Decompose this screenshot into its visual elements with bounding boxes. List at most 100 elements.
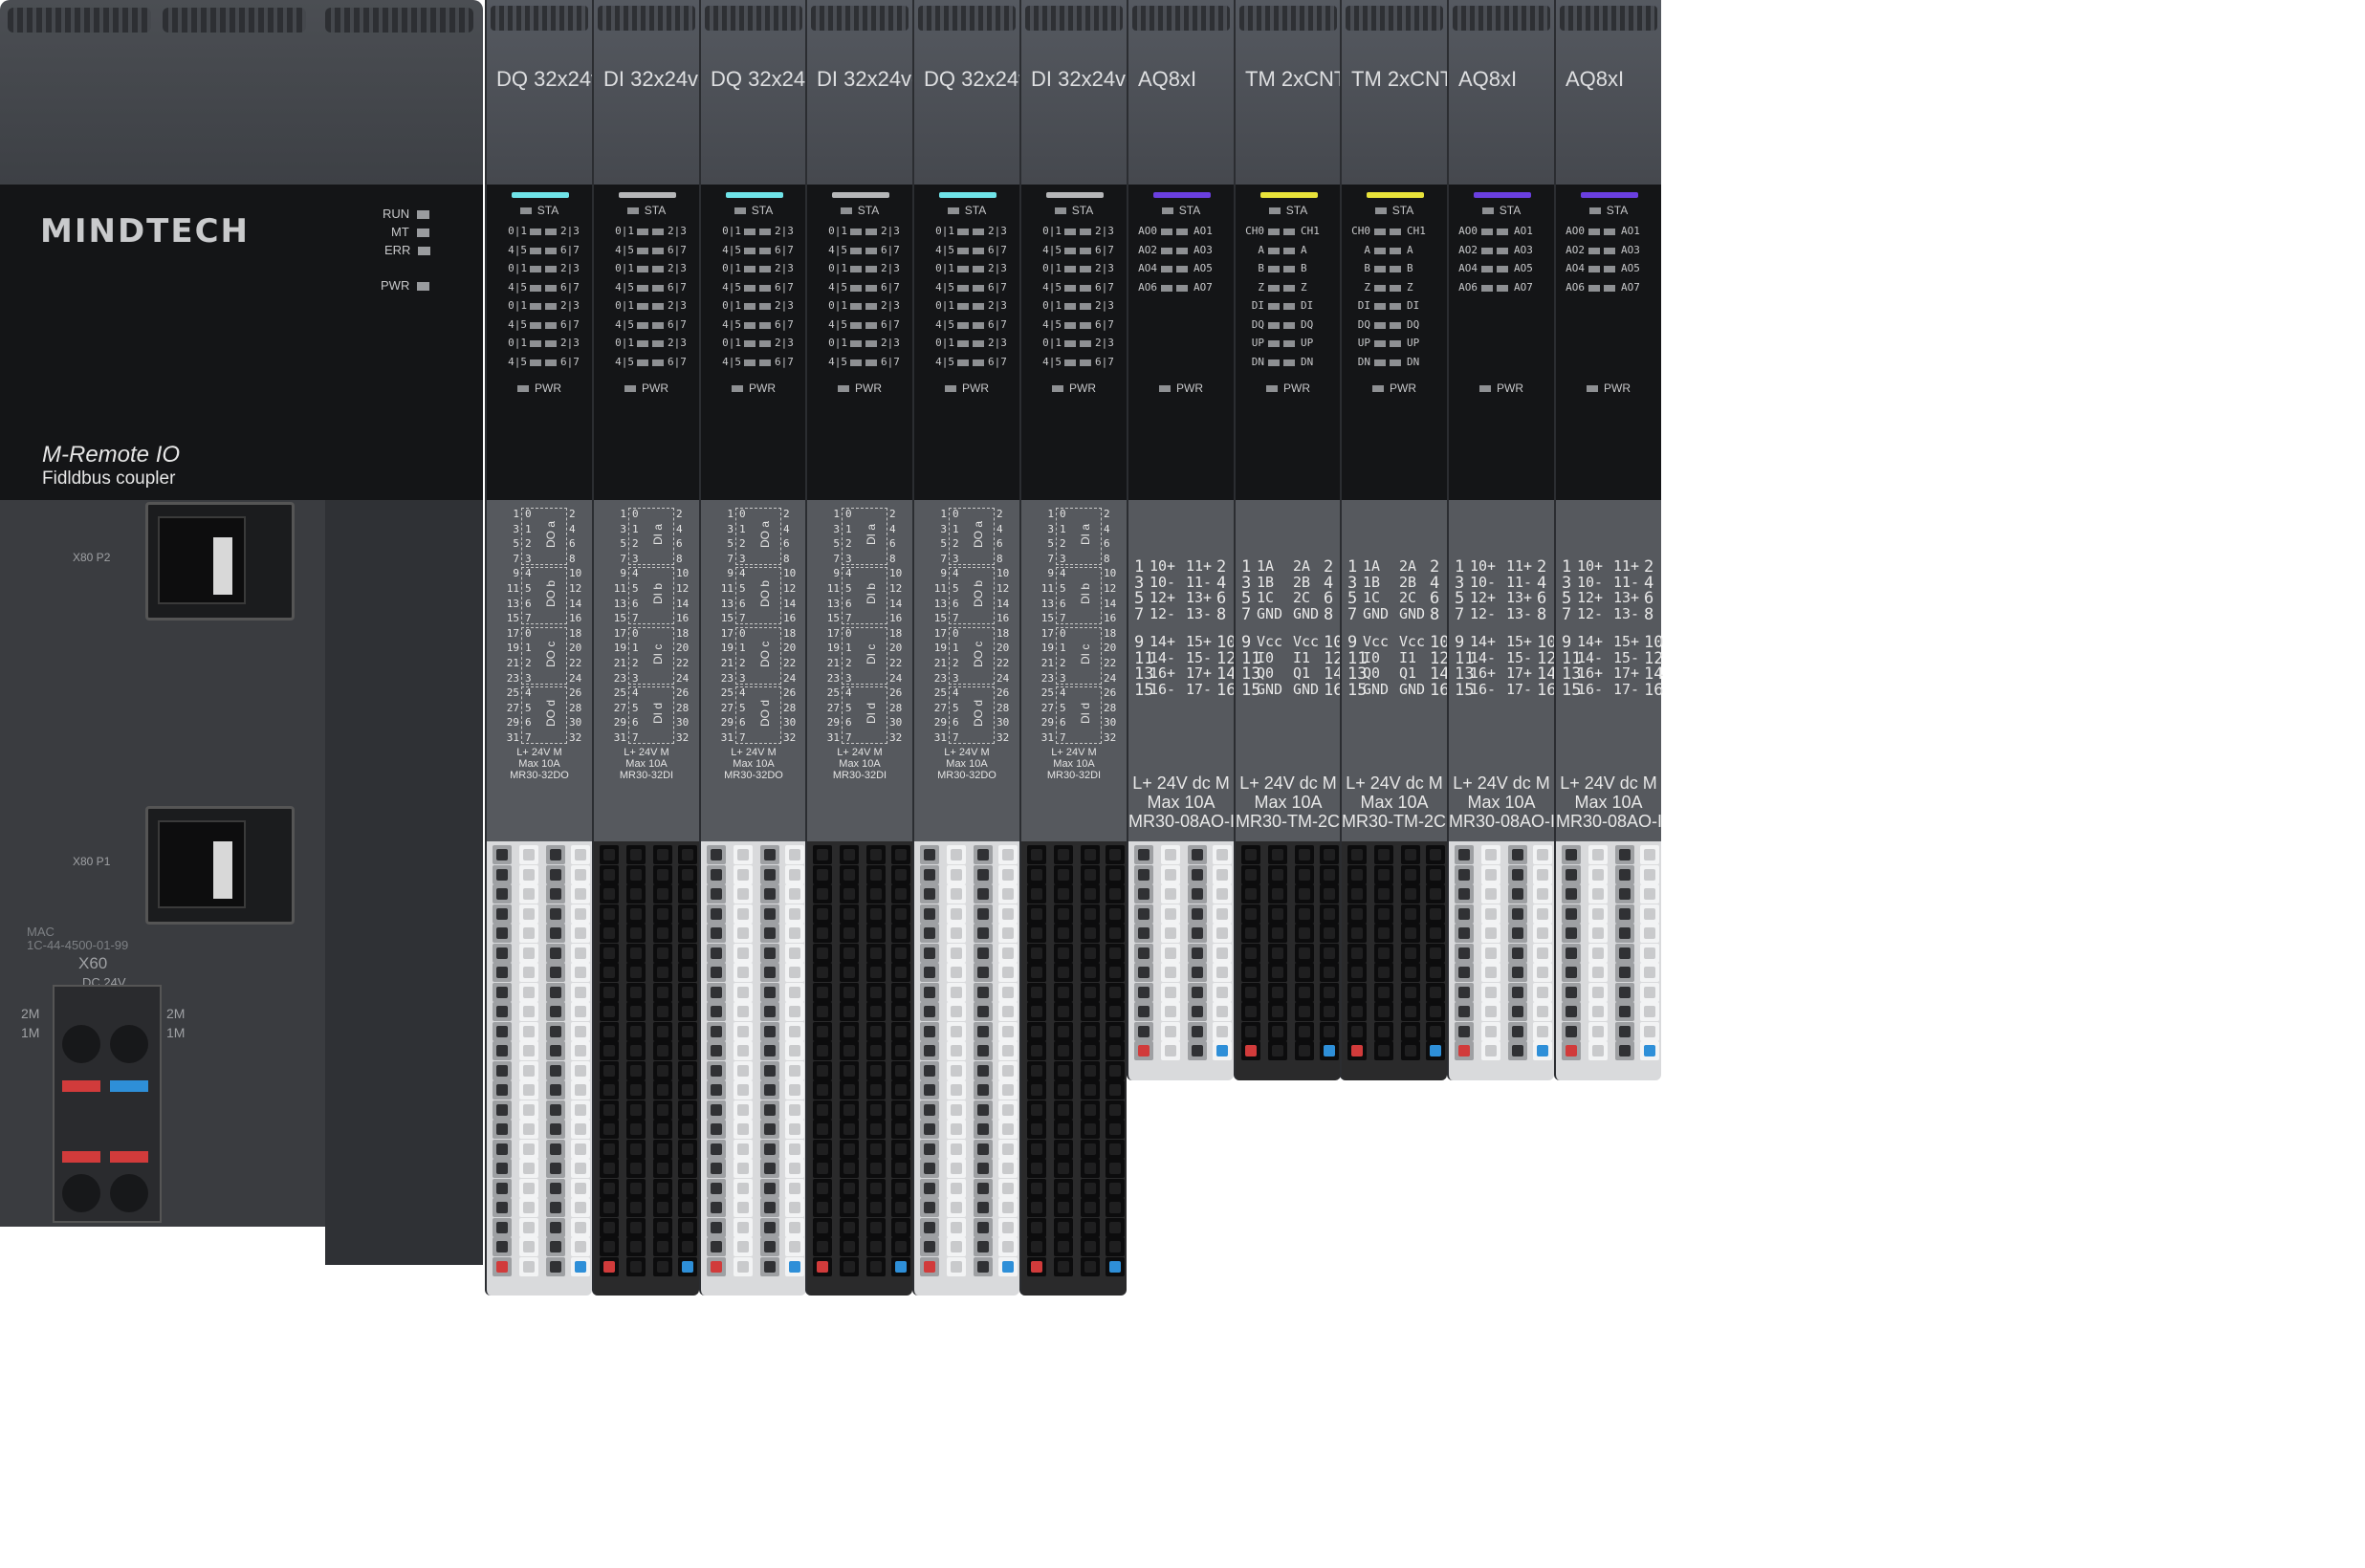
terminal-slot[interactable]: [891, 1060, 910, 1080]
terminal-slot[interactable]: [785, 884, 804, 904]
terminal-slot[interactable]: [1455, 845, 1474, 864]
terminal-slot[interactable]: [760, 1041, 779, 1060]
terminal-slot[interactable]: [1426, 982, 1445, 1002]
terminal-slot[interactable]: [785, 924, 804, 943]
terminal-slot[interactable]: [600, 1080, 619, 1100]
terminal-slot[interactable]: [600, 1217, 619, 1237]
terminal-slot[interactable]: [1081, 1256, 1100, 1276]
terminal-slot[interactable]: [1027, 924, 1046, 943]
terminal-slot[interactable]: [653, 1120, 672, 1139]
terminal-slot[interactable]: [493, 1198, 512, 1217]
terminal-slot[interactable]: [1401, 963, 1420, 982]
terminal-slot[interactable]: [1533, 1021, 1552, 1041]
terminal-slot[interactable]: [1295, 845, 1314, 864]
terminal-slot[interactable]: [920, 982, 939, 1002]
terminal-slot[interactable]: [1295, 963, 1314, 982]
terminal-slot[interactable]: [519, 1237, 538, 1256]
terminal-slot[interactable]: [920, 1198, 939, 1217]
terminal-slot[interactable]: [1533, 963, 1552, 982]
terminal-slot[interactable]: [760, 1120, 779, 1139]
terminal-slot[interactable]: [546, 1198, 565, 1217]
terminal-slot[interactable]: [1426, 864, 1445, 884]
terminal-slot[interactable]: [678, 1256, 697, 1276]
terminal-slot[interactable]: [1347, 963, 1367, 982]
terminal-slot[interactable]: [571, 1100, 590, 1120]
terminal-slot[interactable]: [813, 1100, 832, 1120]
terminal-slot[interactable]: [519, 1060, 538, 1080]
terminal-slot[interactable]: [707, 1139, 726, 1159]
terminal-slot[interactable]: [1054, 1237, 1073, 1256]
terminal-slot[interactable]: [1640, 1002, 1659, 1021]
terminal-slot[interactable]: [1562, 864, 1581, 884]
terminal-slot[interactable]: [1241, 924, 1260, 943]
terminal-slot[interactable]: [734, 1080, 753, 1100]
terminal-slot[interactable]: [866, 963, 886, 982]
terminal-slot[interactable]: [974, 1100, 993, 1120]
terminal-slot[interactable]: [1027, 1139, 1046, 1159]
terminal-slot[interactable]: [1295, 1041, 1314, 1060]
terminal-slot[interactable]: [571, 943, 590, 963]
terminal-slot[interactable]: [891, 1002, 910, 1021]
terminal-slot[interactable]: [653, 924, 672, 943]
terminal-slot[interactable]: [734, 1178, 753, 1198]
terminal-slot[interactable]: [1054, 1080, 1073, 1100]
terminal-slot[interactable]: [653, 1159, 672, 1178]
terminal-slot[interactable]: [866, 1178, 886, 1198]
terminal-slot[interactable]: [785, 1256, 804, 1276]
terminal-slot[interactable]: [1401, 982, 1420, 1002]
terminal-slot[interactable]: [653, 884, 672, 904]
terminal-slot[interactable]: [546, 982, 565, 1002]
terminal-slot[interactable]: [707, 982, 726, 1002]
terminal-slot[interactable]: [600, 884, 619, 904]
terminal-slot[interactable]: [1588, 1002, 1608, 1021]
terminal-slot[interactable]: [920, 924, 939, 943]
terminal-slot[interactable]: [1134, 904, 1153, 924]
terminal-slot[interactable]: [734, 1139, 753, 1159]
terminal-slot[interactable]: [1081, 1198, 1100, 1217]
terminal-slot[interactable]: [1481, 924, 1500, 943]
terminal-slot[interactable]: [600, 924, 619, 943]
terminal-slot[interactable]: [1027, 1060, 1046, 1080]
terminal-slot[interactable]: [1106, 1100, 1125, 1120]
terminal-slot[interactable]: [947, 982, 966, 1002]
terminal-slot[interactable]: [653, 1178, 672, 1198]
terminal-slot[interactable]: [1426, 845, 1445, 864]
terminal-slot[interactable]: [678, 864, 697, 884]
terminal-slot[interactable]: [1533, 904, 1552, 924]
terminal-slot[interactable]: [1588, 884, 1608, 904]
terminal-slot[interactable]: [1188, 1002, 1207, 1021]
terminal-slot[interactable]: [678, 1237, 697, 1256]
terminal-slot[interactable]: [626, 1080, 646, 1100]
terminal-slot[interactable]: [653, 1139, 672, 1159]
terminal-slot[interactable]: [1533, 1002, 1552, 1021]
ethernet-port-p1[interactable]: [145, 806, 295, 925]
terminal-slot[interactable]: [866, 1159, 886, 1178]
terminal-slot[interactable]: [1081, 884, 1100, 904]
terminal-slot[interactable]: [1054, 1139, 1073, 1159]
terminal-slot[interactable]: [1081, 982, 1100, 1002]
terminal-slot[interactable]: [840, 1041, 859, 1060]
terminal-slot[interactable]: [813, 904, 832, 924]
terminal-slot[interactable]: [1027, 864, 1046, 884]
terminal-slot[interactable]: [707, 884, 726, 904]
terminal-slot[interactable]: [1562, 963, 1581, 982]
terminal-slot[interactable]: [1508, 963, 1527, 982]
terminal-slot[interactable]: [891, 1178, 910, 1198]
terminal-slot[interactable]: [1161, 845, 1180, 864]
terminal-slot[interactable]: [813, 982, 832, 1002]
terminal-slot[interactable]: [600, 1198, 619, 1217]
terminal-slot[interactable]: [1027, 1002, 1046, 1021]
terminal-slot[interactable]: [493, 1060, 512, 1080]
terminal-slot[interactable]: [626, 1120, 646, 1139]
terminal-slot[interactable]: [571, 1080, 590, 1100]
terminal-slot[interactable]: [1081, 1080, 1100, 1100]
terminal-slot[interactable]: [785, 1080, 804, 1100]
terminal-slot[interactable]: [626, 884, 646, 904]
terminal-slot[interactable]: [678, 1100, 697, 1120]
terminal-slot[interactable]: [734, 1041, 753, 1060]
terminal-slot[interactable]: [760, 963, 779, 982]
terminal-slot[interactable]: [1054, 884, 1073, 904]
terminal-slot[interactable]: [678, 924, 697, 943]
terminal-slot[interactable]: [493, 1100, 512, 1120]
terminal-slot[interactable]: [866, 845, 886, 864]
